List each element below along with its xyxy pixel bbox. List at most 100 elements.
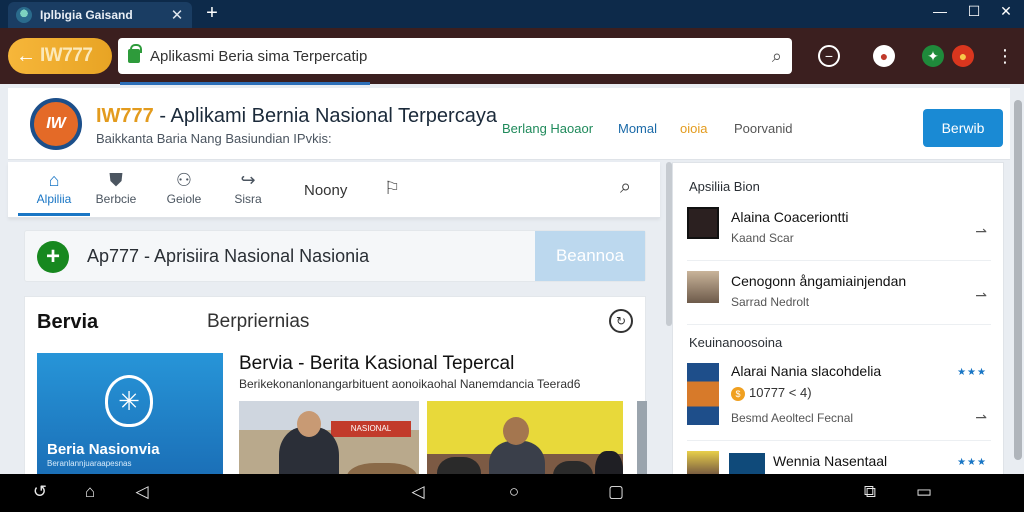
close-window-button[interactable]: ✕ xyxy=(994,3,1018,20)
tab-people[interactable]: ⚇ Geiole xyxy=(154,170,214,206)
hero-image[interactable]: ✳ Beria Nasionvia Beranlannjuaraapesnas xyxy=(37,353,223,483)
person-head xyxy=(503,417,529,445)
search-icon[interactable]: ⌕ xyxy=(620,176,631,199)
sidebar-list-item[interactable]: Wennia Nasentaal ★★★ xyxy=(687,447,991,477)
announcement-text: Ap777 - Aprisiira Nasional Nasionia xyxy=(87,246,370,266)
tab-home-label: Alpiliia xyxy=(36,192,72,206)
minimize-window-button[interactable]: — xyxy=(928,3,952,19)
hero-title: Beria Nasionvia xyxy=(47,441,160,458)
announcement-button[interactable]: Beannoa xyxy=(535,231,645,281)
site-title: IW777 - Aplikami Bernia Nasional Terperc… xyxy=(96,105,497,128)
sidebar-section-title: Keuinanoosoina xyxy=(689,335,783,350)
arrow-right-icon[interactable]: ⇀ xyxy=(975,223,987,240)
item-meta: $10777 < 4) xyxy=(731,385,812,401)
tab-text-item[interactable]: Noony xyxy=(304,182,347,199)
flag-icon[interactable]: ⚐ xyxy=(384,178,400,199)
browser-toolbar: ← IW777 Aplikasmi Beria sima Terpercatip… xyxy=(0,28,1024,84)
new-tab-button[interactable]: + xyxy=(202,2,222,24)
nav-recents-icon[interactable]: ▢ xyxy=(604,482,628,502)
hero-subtitle: Beranlannjuaraapesnas xyxy=(47,459,132,468)
person-head xyxy=(297,411,321,437)
item-title: Alaina Coaceriontti xyxy=(731,209,849,225)
right-sidebar: Apsiliia Bion Alaina Coaceriontti Kaand … xyxy=(672,162,1004,477)
window-icon[interactable]: ▭ xyxy=(912,482,936,502)
article-summary: Berikekonanlonangarbituent aonoikaohal N… xyxy=(239,377,581,391)
topnav-link-4[interactable]: Poorvanid xyxy=(734,121,793,136)
tab-news-label: Berbcie xyxy=(95,192,137,206)
item-thumbnail xyxy=(687,207,719,239)
back-button[interactable]: ← IW777 xyxy=(8,38,112,74)
header-cta-button[interactable]: Berwib xyxy=(923,109,1003,147)
news-card: Bervia Berpriernias ↻ ✳ Beria Nasionvia … xyxy=(24,296,647,497)
url-text[interactable]: Aplikasmi Beria sima Terpercatip xyxy=(150,48,772,65)
home-icon: ⌂ xyxy=(48,170,60,190)
lock-icon xyxy=(128,44,142,63)
item-subtitle: Sarrad Nedrolt xyxy=(731,295,810,309)
coin-icon: $ xyxy=(731,386,745,401)
maximize-window-button[interactable]: ☐ xyxy=(962,3,986,20)
sidebar-list-item[interactable]: Cenogonn ångamiainjendan Sarrad Nedrolt … xyxy=(687,265,991,325)
browser-tab[interactable]: Iplbigia Gaisand ✕ xyxy=(8,2,192,28)
system-recents-icon[interactable]: ◁ xyxy=(130,482,154,502)
close-tab-icon[interactable]: ✕ xyxy=(170,6,184,24)
system-back-icon[interactable]: ↺ xyxy=(28,482,52,502)
news-heading: Bervia xyxy=(37,311,99,333)
tab-share-label: Sisra xyxy=(234,192,262,206)
topnav-link-2[interactable]: Momal xyxy=(618,121,657,136)
page-scrollbar[interactable] xyxy=(1014,100,1022,460)
screenshot-icon[interactable]: ⧉ xyxy=(858,482,882,502)
add-icon[interactable]: + xyxy=(37,241,69,273)
back-arrow-icon: ← xyxy=(16,44,36,67)
address-bar[interactable]: Aplikasmi Beria sima Terpercatip ⌕ xyxy=(118,38,792,74)
topnav-link-3[interactable]: oioia xyxy=(680,121,707,136)
extension-shield-icon[interactable]: ✦ xyxy=(922,45,944,67)
tab-home[interactable]: ⌂ Alpiliia xyxy=(18,170,90,216)
topnav-link-1[interactable]: Berlang Haoaor xyxy=(502,121,593,136)
tab-share[interactable]: ↪ Sisra xyxy=(218,170,278,206)
icon-tab-nav: ⌂ Alpiliia ⛊ Berbcie ⚇ Geiole ↪ Sisra No… xyxy=(8,162,660,218)
search-icon[interactable]: ⌕ xyxy=(772,46,782,67)
site-favicon-icon xyxy=(16,7,32,23)
back-site-label: IW777 xyxy=(40,45,93,66)
news-subheading[interactable]: Berpriernias xyxy=(207,311,309,333)
browser-tab-strip: Iplbigia Gaisand ✕ + — ☐ ✕ xyxy=(0,0,1024,28)
nav-home-icon[interactable]: ○ xyxy=(502,482,526,502)
system-home-icon[interactable]: ⌂ xyxy=(78,482,102,502)
item-title: Cenogonn ångamiainjendan xyxy=(731,273,907,289)
sidebar-list-item[interactable]: Alarai Nania slacohdelia ★★★ $10777 < 4)… xyxy=(687,359,991,441)
item-thumbnail xyxy=(687,363,719,425)
site-logo[interactable]: IW xyxy=(30,98,82,150)
browser-menu-icon[interactable]: ⋮ xyxy=(994,45,1016,67)
extension-badge-icon[interactable]: ● xyxy=(952,45,974,67)
sidebar-list-item[interactable]: Alaina Coaceriontti Kaand Scar ⇀ xyxy=(687,201,991,261)
item-subtitle: Besmd Aeoltecl Fecnal xyxy=(731,411,854,425)
tab-news[interactable]: ⛊ Berbcie xyxy=(86,170,146,206)
page-load-progress xyxy=(120,82,370,85)
shield-icon: ⛊ xyxy=(109,170,123,190)
site-subtitle: Baikkanta Baria Nang Basiundian IPvkis: xyxy=(96,131,332,146)
arrow-right-icon[interactable]: ⇀ xyxy=(975,287,987,304)
site-title-text: - Aplikami Bernia Nasional Terpercaya xyxy=(153,105,497,127)
people-icon: ⚇ xyxy=(175,170,193,190)
share-icon: ↪ xyxy=(240,170,256,190)
item-title: Wennia Nasentaal xyxy=(773,453,888,469)
arrow-right-icon[interactable]: ⇀ xyxy=(975,409,987,426)
tab-title: Iplbigia Gaisand xyxy=(40,8,133,22)
extension-profile-icon[interactable]: ● xyxy=(873,45,895,67)
announcement-bar: + Ap777 - Aprisiira Nasional Nasionia Be… xyxy=(24,230,646,282)
item-meta-text: 10777 < 4) xyxy=(749,385,812,400)
sidebar-section-title: Apsiliia Bion xyxy=(689,179,760,194)
system-nav-bar: ↺ ⌂ ◁ ◁ ○ ▢ ⧉ ▭ xyxy=(0,474,1024,512)
emblem-icon: ✳ xyxy=(105,375,153,427)
nav-back-icon[interactable]: ◁ xyxy=(406,482,430,502)
tab-people-label: Geiole xyxy=(166,192,202,206)
rating-stars: ★★★ xyxy=(957,367,987,378)
history-icon[interactable]: ↻ xyxy=(609,309,633,333)
rating-stars: ★★★ xyxy=(957,457,987,468)
article-title[interactable]: Bervia - Berita Kasional Tepercal xyxy=(239,353,514,375)
item-title: Alarai Nania slacohdelia xyxy=(731,363,882,379)
minus-circle-icon[interactable]: − xyxy=(818,45,840,67)
site-header: IW IW777 - Aplikami Bernia Nasional Terp… xyxy=(8,88,1010,160)
item-thumbnail xyxy=(687,271,719,303)
photo-banner: NASIONAL xyxy=(331,421,411,437)
